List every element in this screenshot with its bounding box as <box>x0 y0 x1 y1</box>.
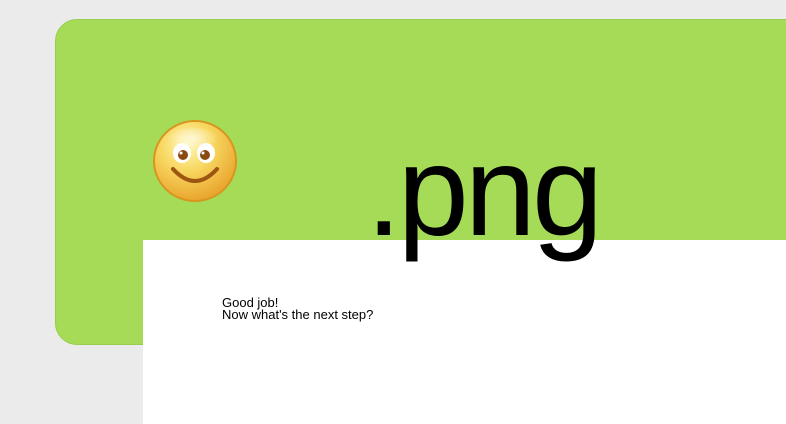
status-message: Good job! Now what's the next step? <box>222 296 374 322</box>
content-card <box>143 240 786 424</box>
message-line-2: Now what's the next step? <box>222 307 374 322</box>
page: .png Good job! Now what's the next step? <box>0 0 786 424</box>
page-title: .png <box>366 120 603 263</box>
smiley-face-icon <box>151 118 239 204</box>
